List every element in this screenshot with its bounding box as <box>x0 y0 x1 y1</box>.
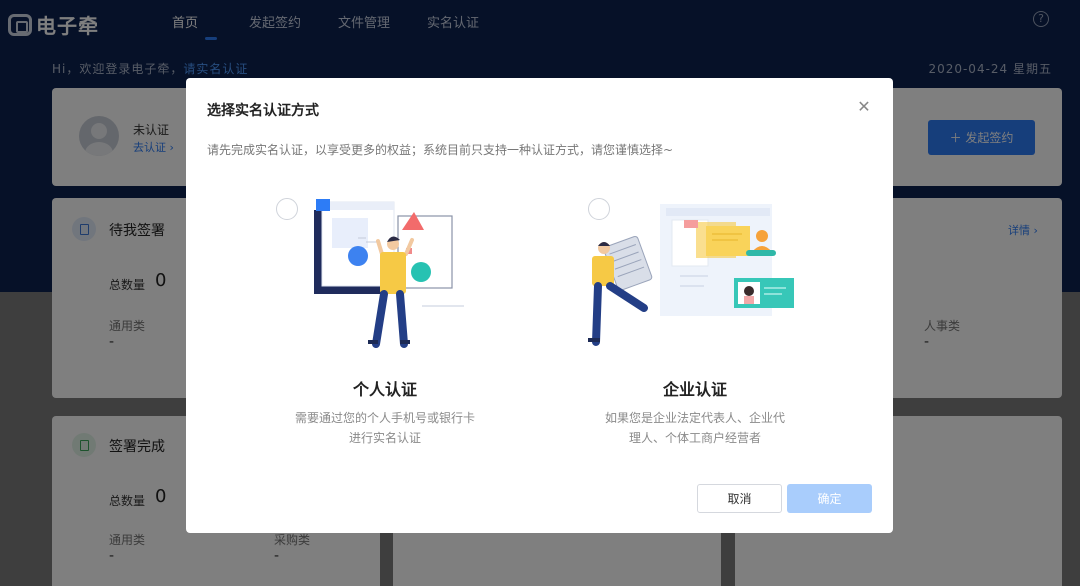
description-line: 需要通过您的个人手机号或银行卡 <box>294 411 475 425</box>
cancel-button[interactable]: 取消 <box>697 484 782 513</box>
confirm-button[interactable]: 确定 <box>787 484 872 513</box>
close-icon[interactable]: ✕ <box>856 99 872 115</box>
personal-radio[interactable] <box>276 198 298 220</box>
dialog-title: 选择实名认证方式 <box>207 103 319 119</box>
personal-illustration <box>314 199 464 348</box>
enterprise-illustration <box>588 204 794 346</box>
description-line: 进行实名认证 <box>348 431 421 445</box>
personal-verification-option[interactable]: 个人认证 需要通过您的个人手机号或银行卡 进行实名认证 <box>270 196 530 456</box>
option-description: 需要通过您的个人手机号或银行卡 进行实名认证 <box>270 408 500 448</box>
option-description: 如果您是企业法定代表人、企业代 理人、个体工商户经营者 <box>586 408 804 448</box>
dialog-description: 请先完成实名认证，以享受更多的权益；系统目前只支持一种认证方式，请您谨慎选择~ <box>207 143 674 157</box>
option-title: 个人认证 <box>352 380 417 399</box>
option-title: 企业认证 <box>662 380 727 399</box>
description-line: 如果您是企业法定代表人、企业代 <box>604 411 785 425</box>
verification-method-dialog: 选择实名认证方式 ✕ 请先完成实名认证，以享受更多的权益；系统目前只支持一种认证… <box>186 78 893 533</box>
description-line: 理人、个体工商户经营者 <box>628 431 761 445</box>
enterprise-radio[interactable] <box>588 198 610 220</box>
enterprise-verification-option[interactable]: 企业认证 如果您是企业法定代表人、企业代 理人、个体工商户经营者 <box>586 196 846 456</box>
